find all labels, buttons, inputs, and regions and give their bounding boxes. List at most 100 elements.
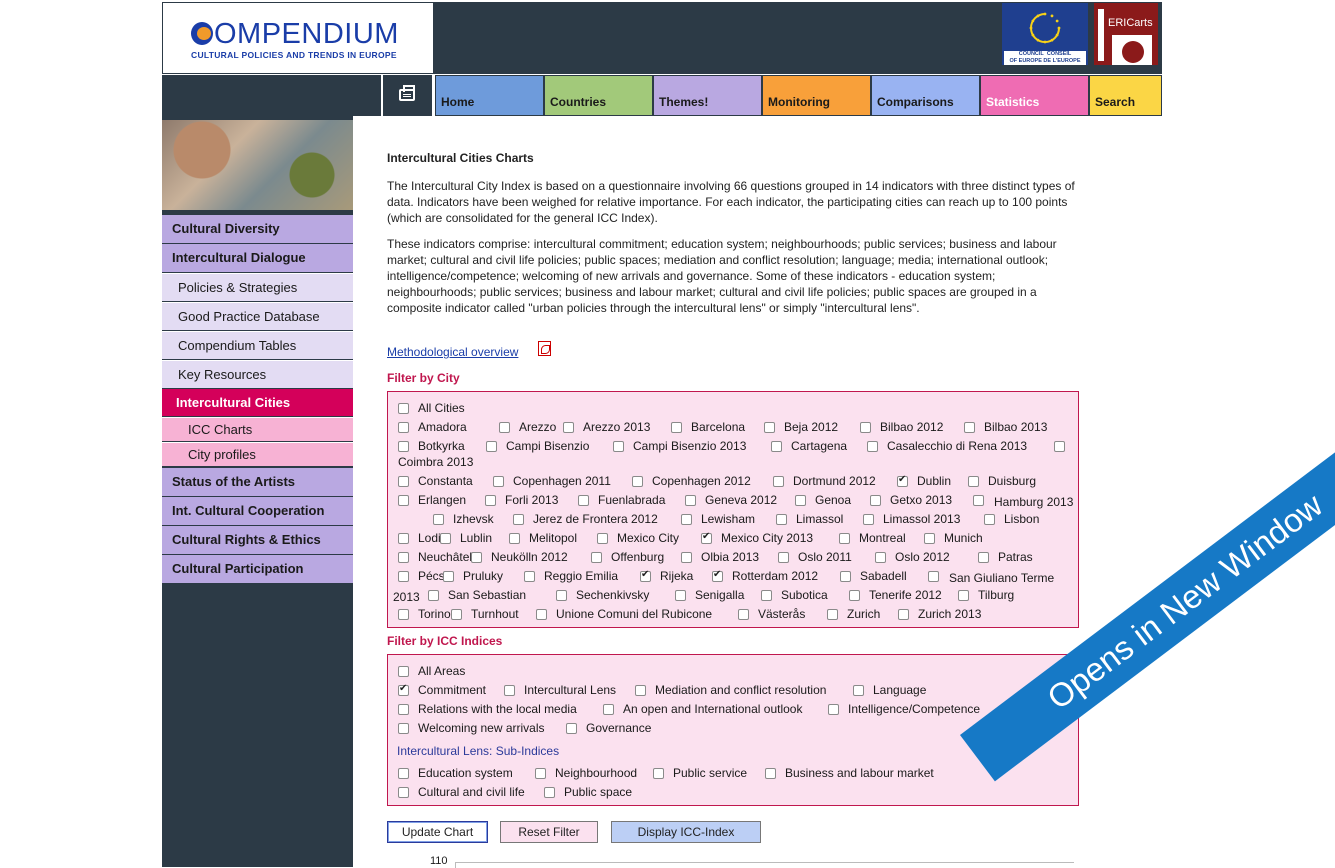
city-option[interactable]: Constanta	[398, 474, 473, 488]
checkbox[interactable]	[499, 421, 510, 433]
checkbox[interactable]	[828, 703, 839, 715]
checkbox[interactable]	[597, 532, 608, 544]
reset-filter-button[interactable]: Reset Filter	[500, 821, 598, 843]
city-option[interactable]: Subotica	[761, 588, 828, 602]
checkbox[interactable]	[958, 589, 969, 601]
checkbox[interactable]	[863, 513, 874, 525]
checkbox[interactable]	[671, 421, 682, 433]
city-option[interactable]: Turnhout	[451, 607, 519, 621]
checkbox[interactable]	[764, 421, 775, 433]
city-option[interactable]: Patras	[978, 550, 1033, 564]
city-option[interactable]: Tenerife 2012	[849, 588, 942, 602]
checkbox[interactable]	[968, 475, 979, 487]
sidebar-item-int-cultural-cooperation[interactable]: Int. Cultural Cooperation	[162, 497, 353, 525]
checkbox[interactable]	[853, 684, 864, 696]
city-option[interactable]: Lublin	[440, 531, 492, 545]
city-option[interactable]: Arezzo 2013	[563, 420, 650, 434]
icc-index-option[interactable]: All Areas	[398, 664, 465, 678]
checkbox[interactable]	[984, 513, 995, 525]
sidebar-item-compendium-tables[interactable]: Compendium Tables	[162, 331, 353, 359]
city-option[interactable]: Campi Bisenzio	[486, 439, 589, 453]
sub-index-option[interactable]: Public space	[544, 785, 632, 799]
sidebar-item-cultural-rights-ethics[interactable]: Cultural Rights & Ethics	[162, 526, 353, 554]
city-option[interactable]: Casalecchio di Rena 2013	[867, 439, 1027, 453]
city-option[interactable]: Amadora	[398, 420, 467, 434]
checkbox[interactable]	[675, 589, 686, 601]
checkbox[interactable]	[398, 683, 409, 696]
checkbox[interactable]	[398, 703, 409, 715]
checkbox[interactable]	[849, 589, 860, 601]
checkbox[interactable]	[544, 786, 555, 798]
checkbox[interactable]	[701, 531, 712, 544]
city-option[interactable]: Olbia 2013	[681, 550, 759, 564]
icc-index-option[interactable]: Commitment	[398, 683, 486, 697]
checkbox[interactable]	[860, 421, 871, 433]
checkbox[interactable]	[398, 532, 409, 544]
checkbox[interactable]	[493, 475, 504, 487]
checkbox[interactable]	[398, 767, 409, 779]
icc-index-option[interactable]: Intercultural Lens	[504, 683, 616, 697]
checkbox[interactable]	[765, 767, 776, 779]
checkbox[interactable]	[440, 532, 451, 544]
checkbox[interactable]	[771, 440, 782, 452]
checkbox[interactable]	[635, 684, 646, 696]
city-option[interactable]: Limassol	[776, 512, 843, 526]
city-option[interactable]: Oslo 2011	[778, 550, 852, 564]
city-option[interactable]: Munich	[924, 531, 983, 545]
checkbox[interactable]	[398, 421, 409, 433]
city-option[interactable]: Dublin	[897, 474, 951, 488]
checkbox[interactable]	[778, 551, 789, 563]
sidebar-item-intercultural-dialogue[interactable]: Intercultural Dialogue	[162, 244, 353, 272]
sidebar-item-icc-charts[interactable]: ICC Charts	[162, 417, 353, 441]
city-option[interactable]: Bilbao 2012	[860, 420, 943, 434]
icc-index-option[interactable]: An open and International outlook	[603, 702, 802, 716]
city-option[interactable]: Neukölln 2012	[471, 550, 568, 564]
city-option[interactable]: Izhevsk	[433, 512, 494, 526]
city-option[interactable]: Copenhagen 2011	[493, 474, 611, 488]
sidebar-item-intercultural-cities[interactable]: Intercultural Cities	[162, 389, 353, 416]
icc-index-option[interactable]: Intelligence/Competence	[828, 702, 980, 716]
city-option[interactable]: Västerås	[738, 607, 805, 621]
checkbox[interactable]	[398, 608, 409, 620]
checkbox[interactable]	[653, 767, 664, 779]
compendium-logo[interactable]: OMPENDIUM CULTURAL POLICIES AND TRENDS I…	[162, 2, 434, 74]
nav-tab-monitoring[interactable]: Monitoring	[762, 75, 871, 116]
checkbox[interactable]	[398, 402, 409, 414]
sidebar-item-cultural-diversity[interactable]: Cultural Diversity	[162, 215, 353, 243]
methodological-overview-link[interactable]: Methodological overview	[387, 345, 518, 359]
checkbox[interactable]	[509, 532, 520, 544]
pdf-icon[interactable]	[538, 341, 551, 356]
icc-index-option[interactable]: Language	[853, 683, 926, 697]
checkbox[interactable]	[773, 475, 784, 487]
city-option[interactable]: Unione Comuni del Rubicone	[536, 607, 712, 621]
checkbox[interactable]	[613, 440, 624, 452]
nav-tab-countries[interactable]: Countries	[544, 75, 653, 116]
city-option[interactable]: Mexico City	[597, 531, 679, 545]
city-option[interactable]: Cartagena	[771, 439, 847, 453]
checkbox[interactable]	[897, 474, 908, 487]
checkbox[interactable]	[398, 440, 409, 452]
icc-index-option[interactable]: Mediation and conflict resolution	[635, 683, 826, 697]
checkbox[interactable]	[398, 722, 409, 734]
checkbox[interactable]	[513, 513, 524, 525]
print-button[interactable]	[383, 75, 432, 116]
checkbox[interactable]	[486, 440, 497, 452]
city-option[interactable]: Jerez de Frontera 2012	[513, 512, 658, 526]
checkbox[interactable]	[603, 703, 614, 715]
sidebar-item-cultural-participation[interactable]: Cultural Participation	[162, 555, 353, 583]
icc-index-option[interactable]: Welcoming new arrivals	[398, 721, 545, 735]
city-option[interactable]: Mexico City 2013	[701, 531, 813, 545]
checkbox[interactable]	[398, 551, 409, 563]
sidebar-item-good-practice-database[interactable]: Good Practice Database	[162, 302, 353, 330]
checkbox[interactable]	[978, 551, 989, 563]
checkbox[interactable]	[398, 786, 409, 798]
city-option[interactable]: Offenburg	[591, 550, 664, 564]
icc-index-option[interactable]: Relations with the local media	[398, 702, 577, 716]
city-option[interactable]: Zurich 2013	[898, 607, 981, 621]
sidebar-item-policies-strategies[interactable]: Policies & Strategies	[162, 273, 353, 301]
council-of-europe-logo[interactable]: COUNCIL CONSEIL OF EUROPE DE L'EUROPE	[1002, 3, 1088, 65]
checkbox[interactable]	[964, 421, 975, 433]
city-option[interactable]: Beja 2012	[764, 420, 838, 434]
ericarts-logo[interactable]: ERICarts	[1094, 3, 1158, 65]
sidebar-item-key-resources[interactable]: Key Resources	[162, 360, 353, 388]
